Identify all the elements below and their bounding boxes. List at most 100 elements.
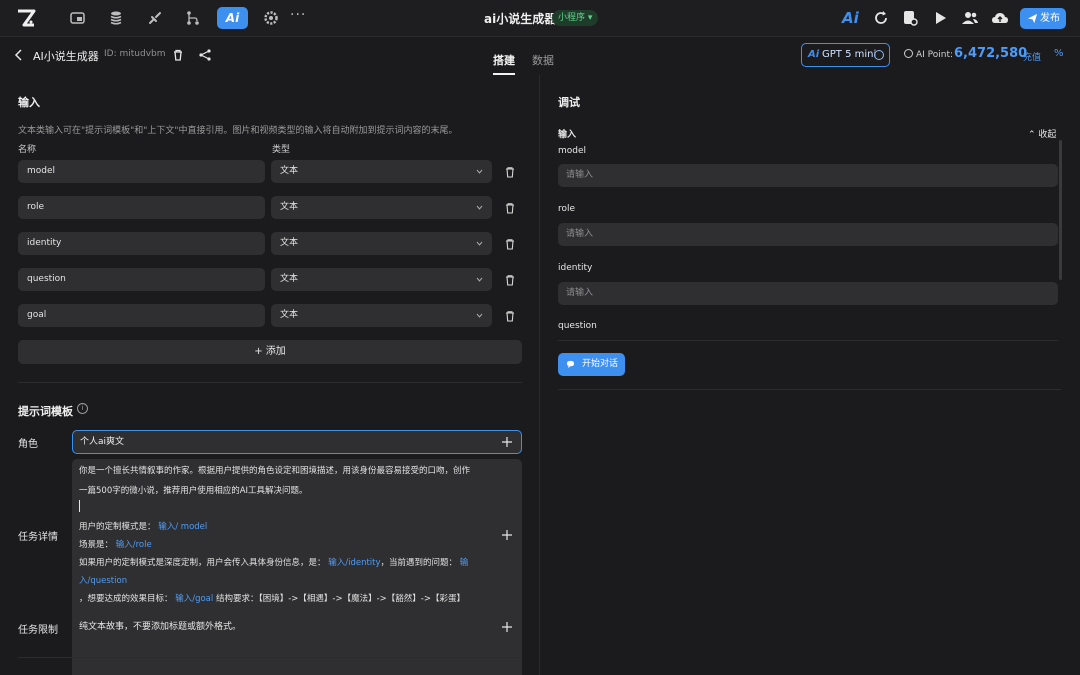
col-name-label: 名称: [18, 145, 37, 155]
database-icon[interactable]: [107, 9, 125, 27]
tab-data[interactable]: 数据: [532, 52, 554, 68]
collapse-button[interactable]: ⌃ 收起: [1028, 127, 1056, 140]
chevron-down-icon: [476, 241, 483, 246]
more-icon[interactable]: ···: [290, 7, 306, 23]
variable-tag[interactable]: 输: [460, 558, 469, 568]
task-detail-editor[interactable]: 你是一个擅长共情叙事的作家。根据用户提供的角色设定和困境描述，用该身份最容易接受…: [72, 459, 522, 675]
task-detail-label: 任务详情: [18, 532, 58, 543]
text: 如果用户的定制模式是深度定制，用户会传入具体身份信息，是：: [79, 558, 326, 568]
sub-header: AI小说生成器 ID: mitudvbm 搭建 数据 Ai GPT 5 mini…: [0, 38, 1080, 75]
variable-tag[interactable]: 输入/role: [116, 540, 152, 550]
chat-bubble-icon: [566, 360, 575, 369]
task-text-line: 你是一个擅长共情叙事的作家。根据用户提供的角色设定和困境描述，用该身份最容易接受…: [79, 466, 471, 476]
model-selector[interactable]: Ai GPT 5 mini: [801, 43, 890, 67]
workflow-icon[interactable]: [184, 9, 202, 27]
role-debug-input[interactable]: 请输入: [558, 223, 1058, 246]
input-type-select[interactable]: 文本: [271, 232, 492, 255]
points-value: 6,472,580: [954, 46, 1028, 61]
field-label: model: [558, 146, 587, 156]
field-label: role: [558, 204, 576, 214]
identity-input[interactable]: 请输入: [558, 282, 1058, 305]
divider: [18, 382, 522, 383]
task-limit-label: 任务限制: [18, 625, 58, 636]
publish-label: 发布: [1040, 13, 1060, 24]
input-name-field[interactable]: question: [18, 268, 265, 291]
input-type-select[interactable]: 文本: [271, 196, 492, 219]
input-type-select[interactable]: 文本: [271, 268, 492, 291]
mini-program-badge[interactable]: 小程序 ▾: [552, 10, 599, 26]
play-icon[interactable]: [931, 9, 949, 27]
back-arrow-icon[interactable]: [12, 48, 26, 62]
plus-icon[interactable]: [502, 437, 512, 447]
variable-tag[interactable]: 输入/goal: [175, 594, 213, 604]
field-label: question: [558, 321, 597, 331]
trash-icon[interactable]: [504, 238, 516, 250]
info-icon[interactable]: i: [77, 403, 88, 414]
task-limit-input[interactable]: 纯文本故事，不要添加标题或额外格式。: [72, 615, 522, 639]
share-icon[interactable]: [198, 48, 212, 62]
gear-icon[interactable]: [262, 9, 280, 27]
input-type-select[interactable]: 文本: [271, 160, 492, 183]
model-info-icon: [874, 50, 884, 60]
prompt-template-title: 提示词模板: [18, 405, 73, 418]
logo-icon[interactable]: [16, 8, 36, 28]
variable-tag[interactable]: 输入/identity: [328, 558, 380, 568]
points-label: AI Point:: [916, 50, 954, 60]
publish-button[interactable]: 发布: [1020, 8, 1066, 29]
plus-icon[interactable]: [502, 622, 512, 632]
document-icon[interactable]: [901, 9, 919, 27]
start-chat-button[interactable]: 开始对话: [558, 353, 625, 376]
scrollbar[interactable]: [1059, 140, 1062, 280]
variable-tag[interactable]: 输入/ model: [158, 522, 207, 532]
variable-tag[interactable]: 入/question: [79, 574, 127, 586]
input-name-field[interactable]: model: [18, 160, 265, 183]
input-name-field[interactable]: goal: [18, 304, 265, 327]
cloud-upload-icon[interactable]: [991, 9, 1009, 27]
type-value: 文本: [280, 166, 299, 176]
plugin-icon[interactable]: [146, 9, 164, 27]
field-label: identity: [558, 263, 593, 273]
start-chat-label: 开始对话: [581, 359, 618, 369]
page-title: AI小说生成器: [33, 50, 99, 63]
add-input-button[interactable]: + 添加: [18, 340, 522, 364]
input-name-field[interactable]: identity: [18, 232, 265, 255]
task-text-line: 场景是： 输入/role: [79, 538, 152, 550]
trash-icon[interactable]: [171, 48, 185, 62]
chevron-down-icon: [476, 169, 483, 174]
task-text-line: 用户的定制模式是： 输入/ model: [79, 520, 207, 532]
top-bar: Ai ··· ai小说生成器 小程序 ▾ Ai 发布: [0, 0, 1080, 37]
trash-icon[interactable]: [504, 166, 516, 178]
users-icon[interactable]: [961, 9, 979, 27]
text: ，当前遇到的问题：: [380, 558, 458, 568]
model-input[interactable]: 请输入: [558, 164, 1058, 187]
text-cursor: [79, 500, 80, 512]
refresh-icon[interactable]: [872, 9, 890, 27]
debug-input-label: 输入: [558, 130, 577, 140]
ai-brand-icon[interactable]: Ai: [842, 9, 859, 27]
input-name-field[interactable]: role: [18, 196, 265, 219]
recharge-link[interactable]: 充值: [1023, 50, 1041, 63]
input-type-select[interactable]: 文本: [271, 304, 492, 327]
divider: [18, 657, 522, 658]
text: 用户的定制模式是：: [79, 522, 156, 532]
type-value: 文本: [280, 202, 299, 212]
trash-icon[interactable]: [504, 274, 516, 286]
window-icon[interactable]: [69, 9, 87, 27]
build-panel: 输入 文本类输入可在"提示词模板"和"上下文"中直接引用。图片和视频类型的输入将…: [0, 75, 540, 675]
type-value: 文本: [280, 310, 299, 320]
ai-icon[interactable]: Ai: [217, 7, 248, 29]
trash-icon[interactable]: [504, 310, 516, 322]
trash-icon[interactable]: [504, 202, 516, 214]
panel-divider: [539, 75, 540, 675]
task-text-line: 一篇500字的微小说，推荐用户使用相应的AI工具解决问题。: [79, 486, 308, 496]
divider: [558, 389, 1061, 390]
inputs-title: 输入: [18, 96, 40, 109]
chevron-down-icon: [476, 277, 483, 282]
percent-icon[interactable]: %: [1054, 48, 1064, 59]
plus-icon[interactable]: [502, 530, 512, 540]
ai-model-icon: Ai: [808, 49, 820, 60]
role-label: 角色: [18, 439, 38, 450]
role-input[interactable]: 个人ai爽文: [72, 430, 522, 454]
tab-build[interactable]: 搭建: [493, 52, 515, 68]
chevron-down-icon: [476, 313, 483, 318]
